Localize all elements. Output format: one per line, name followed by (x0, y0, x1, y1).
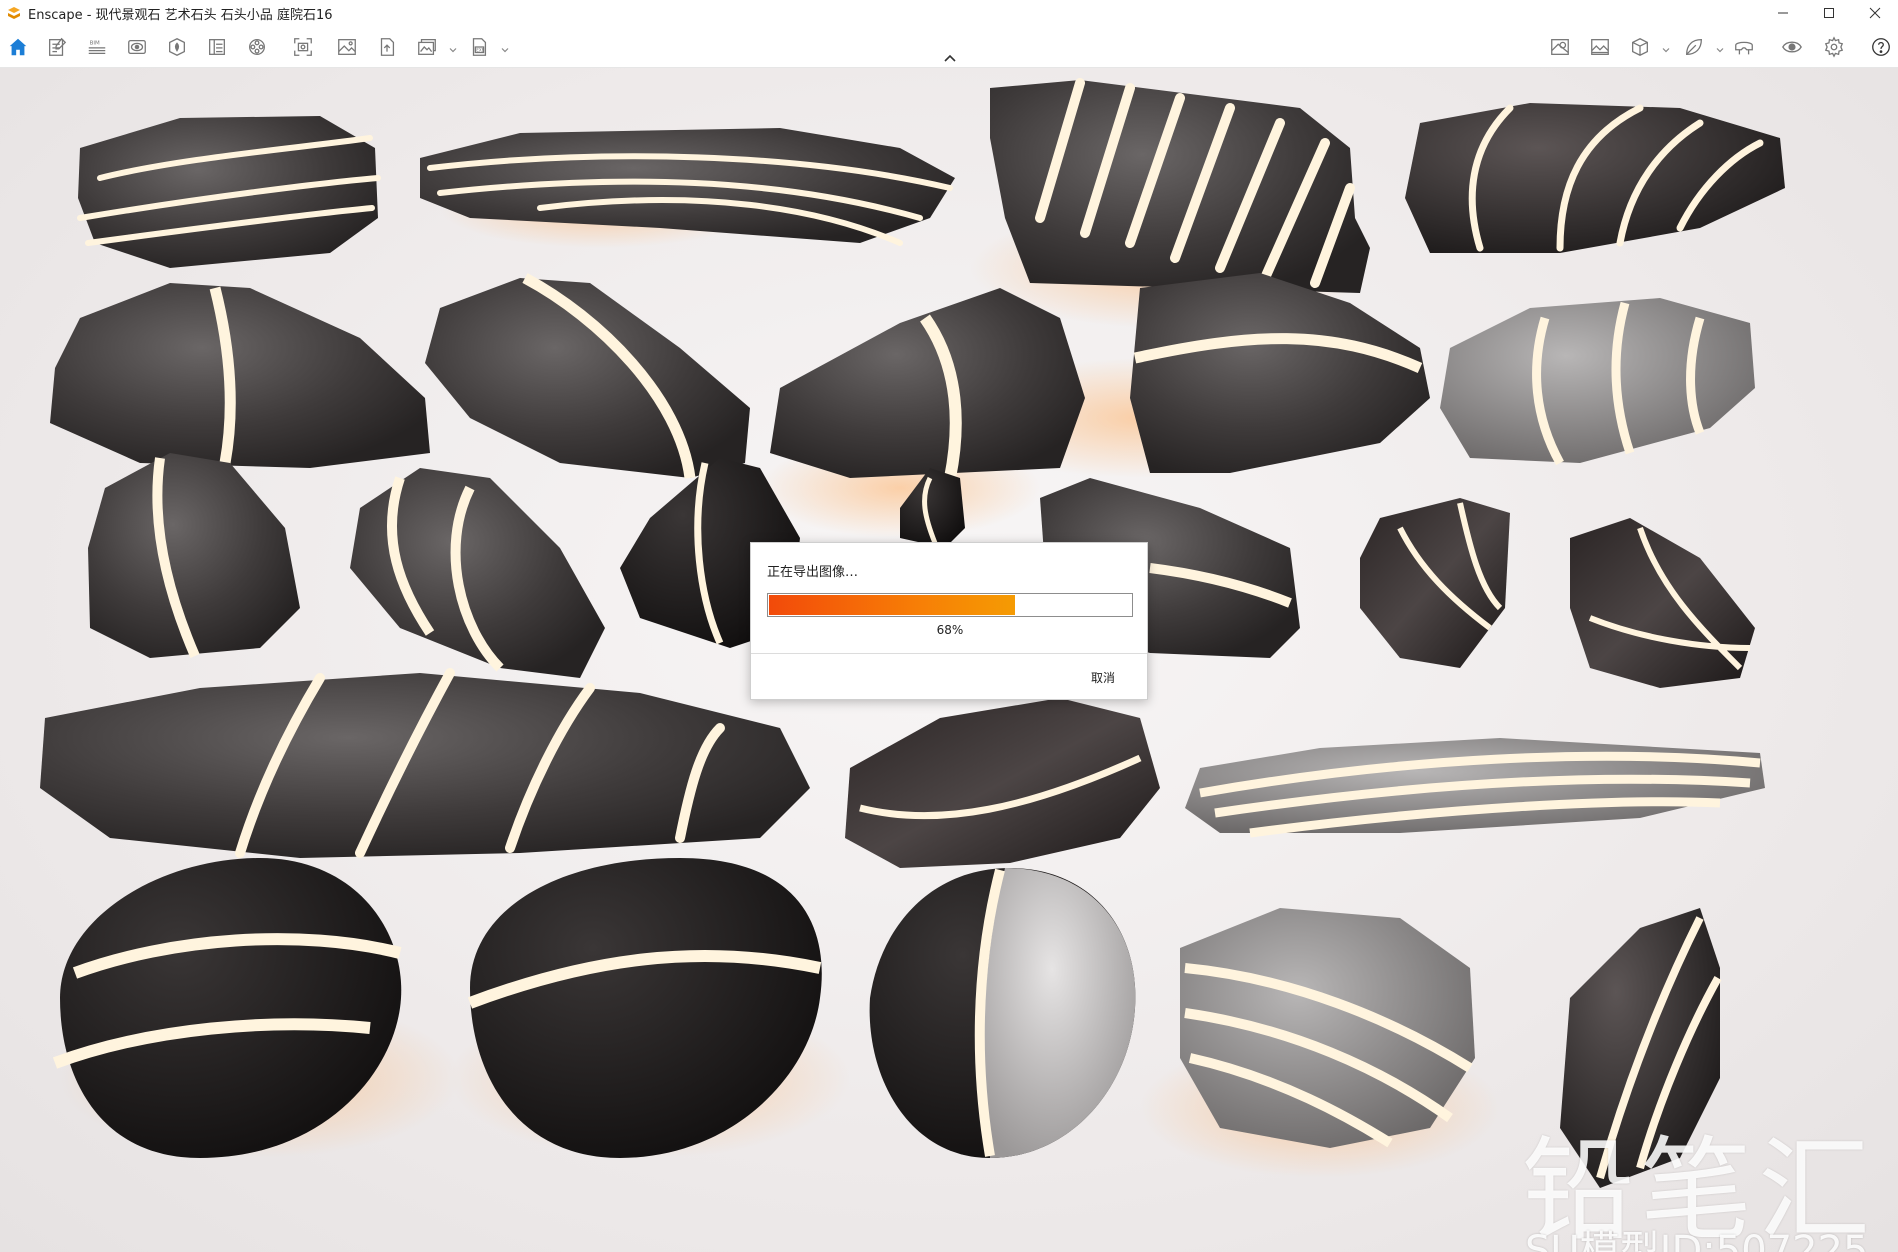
maximize-button[interactable] (1806, 0, 1852, 26)
export-progress-dialog: 正在导出图像… 68% 取消 (750, 542, 1148, 700)
catalog-button[interactable] (204, 34, 230, 60)
gallery-button[interactable] (1587, 34, 1613, 60)
window-controls (1760, 0, 1898, 26)
leaf-dropdown[interactable] (1715, 40, 1725, 53)
cube-dropdown[interactable] (1661, 40, 1671, 53)
chevron-down-icon (1716, 48, 1724, 53)
help-icon (1872, 38, 1890, 56)
image-button[interactable] (334, 34, 360, 60)
leaf-button[interactable] (1681, 34, 1707, 60)
screenshot-icon (294, 38, 312, 56)
bim-icon: BIM (88, 40, 106, 55)
batch-render-dropdown[interactable] (448, 40, 458, 53)
leaf-icon (1686, 39, 1702, 55)
export-icon: EXE (472, 38, 487, 56)
settings-icon (1824, 36, 1844, 58)
svg-text:BIM: BIM (90, 40, 100, 46)
bim-button[interactable]: BIM (84, 34, 110, 60)
enscape-logo-icon (8, 7, 20, 19)
notes-button[interactable] (44, 34, 70, 60)
cancel-button[interactable]: 取消 (1073, 667, 1133, 689)
dialog-title: 正在导出图像… (767, 565, 859, 580)
batch-render-icon (418, 39, 436, 55)
vr-headset-button[interactable] (1731, 34, 1757, 60)
upload-button[interactable] (374, 34, 400, 60)
dialog-divider (751, 653, 1147, 654)
help-button[interactable] (1868, 34, 1894, 60)
map-button[interactable] (1547, 34, 1573, 60)
window-title: Enscape - 现代景观石 艺术石头 石头小品 庭院石16 (28, 7, 333, 23)
asset-library-button[interactable] (164, 34, 190, 60)
export-dropdown[interactable] (500, 40, 510, 53)
cube-icon (1632, 38, 1648, 56)
chevron-down-icon (501, 48, 509, 53)
close-button[interactable] (1852, 0, 1898, 26)
settings-button[interactable] (1821, 34, 1847, 60)
vr-headset-icon (1735, 41, 1753, 55)
collapse-toolbar-chevron-icon[interactable] (942, 52, 958, 64)
svg-text:EXE: EXE (476, 48, 484, 53)
maximize-icon (1824, 8, 1834, 18)
map-icon (1551, 39, 1569, 55)
close-icon (1869, 7, 1881, 19)
export-button[interactable]: EXE (466, 34, 492, 60)
watermark-model-id: SU模型ID:507225 (1525, 1228, 1869, 1252)
chevron-down-icon (449, 48, 457, 53)
home-button[interactable] (5, 34, 31, 60)
upload-icon (380, 38, 395, 56)
eye-icon (1782, 41, 1802, 53)
minimize-icon (1778, 12, 1788, 14)
title-bar: Enscape - 现代景观石 艺术石头 石头小品 庭院石16 (0, 0, 1898, 26)
screenshot-button[interactable] (290, 34, 316, 60)
material-palette-icon (249, 39, 265, 55)
minimize-button[interactable] (1760, 0, 1806, 26)
cube-button[interactable] (1627, 34, 1653, 60)
catalog-icon (209, 39, 225, 55)
chevron-down-icon (1662, 48, 1670, 53)
visibility-button[interactable] (124, 34, 150, 60)
progress-percentage: 68% (936, 623, 964, 637)
asset-library-icon (169, 38, 185, 56)
visibility-icon (128, 39, 146, 55)
batch-render-button[interactable] (414, 34, 440, 60)
progress-bar (767, 593, 1133, 617)
gallery-icon (1591, 39, 1609, 55)
material-palette-button[interactable] (244, 34, 270, 60)
view-button[interactable] (1779, 34, 1805, 60)
notes-icon (49, 37, 67, 56)
progress-bar-fill (769, 595, 1015, 615)
image-icon (338, 39, 356, 55)
home-icon (9, 38, 27, 56)
